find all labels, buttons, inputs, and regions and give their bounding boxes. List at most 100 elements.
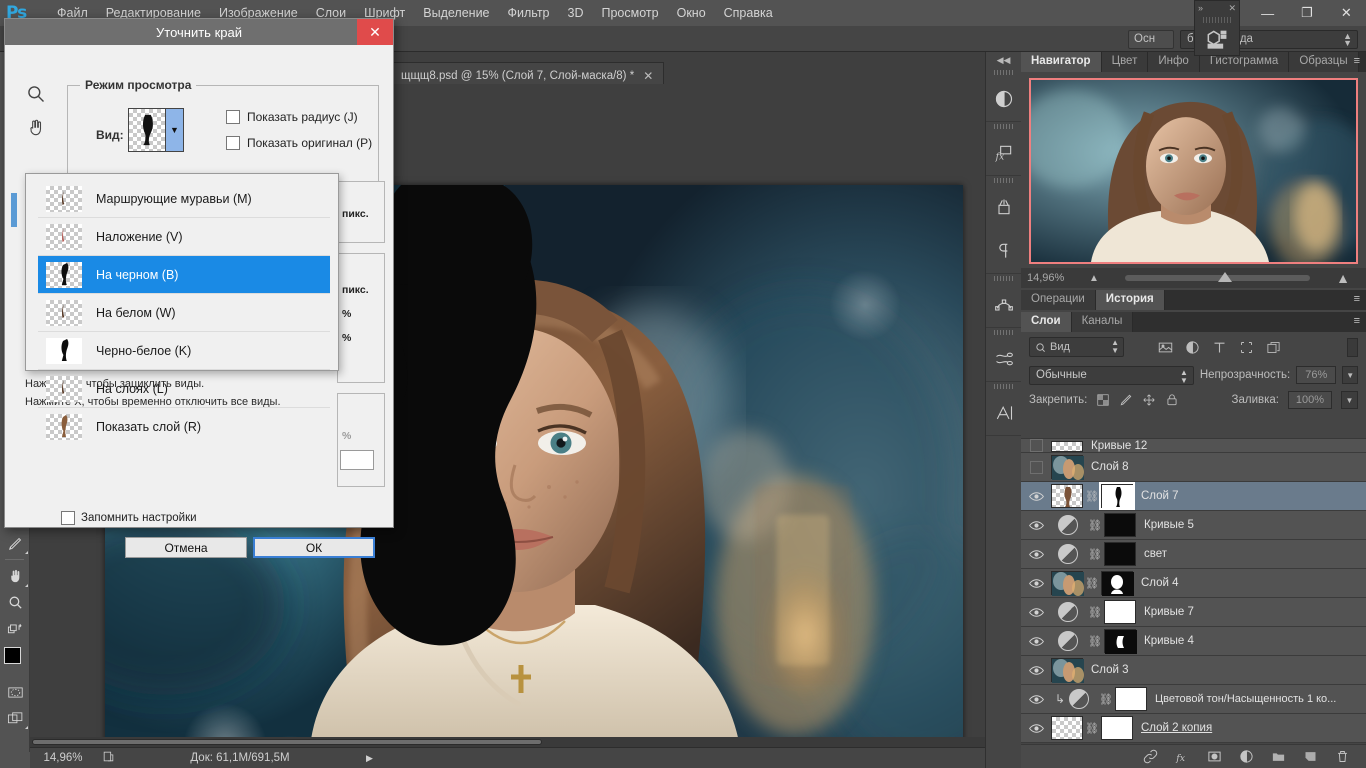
layer-mask-thumbnail[interactable] bbox=[1101, 571, 1133, 595]
layer-visibility-toggle[interactable] bbox=[1021, 694, 1051, 705]
layer-visibility-toggle[interactable] bbox=[1021, 549, 1051, 560]
add-mask-icon[interactable] bbox=[1207, 749, 1222, 764]
clone-source-panel-icon[interactable] bbox=[986, 337, 1022, 381]
dock-grip[interactable] bbox=[994, 384, 1013, 389]
hand-tool[interactable] bbox=[0, 563, 30, 589]
lock-position-icon[interactable] bbox=[1142, 393, 1156, 407]
layer-mask-link-icon[interactable]: ⛓ bbox=[1086, 635, 1104, 648]
layer-mask-thumbnail[interactable] bbox=[1101, 716, 1133, 740]
layer-visibility-toggle[interactable] bbox=[1021, 491, 1051, 502]
menu-filter[interactable]: Фильтр bbox=[499, 2, 559, 24]
layer-visibility-toggle[interactable] bbox=[1021, 607, 1051, 618]
navigator-zoom-slider[interactable] bbox=[1125, 275, 1310, 281]
dialog-title-bar[interactable]: Уточнить край ✕ bbox=[5, 19, 393, 45]
layer-visibility-toggle[interactable] bbox=[1021, 439, 1051, 452]
layer-name[interactable]: Слой 4 bbox=[1141, 577, 1179, 589]
table-row[interactable]: ⛓ Слой 2 копия bbox=[1021, 714, 1366, 743]
table-row[interactable]: Слой 3 bbox=[1021, 656, 1366, 685]
table-row[interactable]: ⛓ Слой 4 bbox=[1021, 569, 1366, 598]
dropdown-item-on-layers[interactable]: На слоях (L) bbox=[38, 370, 330, 408]
lock-image-icon[interactable] bbox=[1119, 393, 1133, 407]
layer-name[interactable]: свет bbox=[1144, 548, 1167, 560]
mini-3d-close-icon[interactable]: ✕ bbox=[1228, 3, 1236, 14]
layer-thumbnail[interactable] bbox=[1051, 716, 1083, 740]
dock-grip[interactable] bbox=[994, 178, 1013, 183]
mini-3d-grip[interactable] bbox=[1203, 17, 1231, 23]
tab-color[interactable]: Цвет bbox=[1102, 52, 1149, 72]
brush-tool[interactable] bbox=[0, 530, 30, 556]
layer-name[interactable]: Слой 2 копия bbox=[1141, 722, 1212, 734]
layer-visibility-toggle[interactable] bbox=[1021, 461, 1051, 474]
collapse-dock-icon[interactable]: ◀◀ bbox=[986, 52, 1021, 68]
layer-name[interactable]: Слой 3 bbox=[1091, 664, 1129, 676]
delete-layer-icon[interactable] bbox=[1335, 749, 1350, 764]
show-radius-checkbox-row[interactable]: Показать радиус (J) bbox=[226, 110, 358, 124]
dropdown-item-reveal-layer[interactable]: Показать слой (R) bbox=[38, 408, 330, 446]
adjustment-layer-thumbnail[interactable] bbox=[1058, 631, 1078, 651]
tab-swatches[interactable]: Образцы bbox=[1289, 52, 1358, 72]
dock-grip[interactable] bbox=[994, 330, 1013, 335]
table-row[interactable]: ↳ ⛓ Цветовой тон/Насыщенность 1 ко... bbox=[1021, 685, 1366, 714]
navigator-panel-menu-icon[interactable]: ≡ bbox=[1354, 55, 1360, 67]
dock-grip[interactable] bbox=[994, 70, 1013, 75]
zoom-out-icon[interactable]: ▲ bbox=[1089, 273, 1099, 284]
page-setup-icon[interactable] bbox=[96, 750, 120, 766]
default-colors-and-swap[interactable] bbox=[0, 615, 30, 641]
layer-mask-link-icon[interactable]: ⛓ bbox=[1086, 606, 1104, 619]
adjustment-layer-icon[interactable] bbox=[1239, 749, 1254, 764]
toggle-layer-filtering[interactable] bbox=[1347, 338, 1358, 357]
view-mode-dropdown-arrow[interactable]: ▼ bbox=[166, 108, 184, 152]
view-mode-preview-swatch[interactable] bbox=[128, 108, 166, 152]
show-original-checkbox[interactable] bbox=[226, 136, 240, 150]
adjustment-layer-thumbnail[interactable] bbox=[1058, 515, 1078, 535]
layer-visibility-toggle[interactable] bbox=[1021, 578, 1051, 589]
layer-mask-thumbnail[interactable] bbox=[1101, 484, 1133, 508]
layer-list[interactable]: Кривые 12 Слой 8 ⛓ bbox=[1021, 438, 1366, 768]
layer-thumbnail[interactable] bbox=[1051, 571, 1083, 595]
layer-mask-thumbnail[interactable] bbox=[1115, 687, 1147, 711]
layer-mask-thumbnail[interactable] bbox=[1104, 600, 1136, 624]
adjustment-layer-thumbnail[interactable] bbox=[1058, 544, 1078, 564]
foreground-color-swatch[interactable] bbox=[4, 647, 21, 664]
restore-button[interactable]: ❐ bbox=[1287, 0, 1326, 26]
scrollbar-thumb[interactable] bbox=[32, 739, 542, 745]
status-zoom-level[interactable]: 14,96% bbox=[30, 752, 96, 764]
screen-mode-toggle[interactable] bbox=[0, 705, 30, 731]
layer-style-fx-icon[interactable]: fx bbox=[1175, 749, 1190, 764]
tab-actions[interactable]: Операции bbox=[1021, 290, 1096, 310]
tab-navigator[interactable]: Навигатор bbox=[1021, 52, 1102, 72]
remember-settings-checkbox[interactable] bbox=[61, 511, 75, 525]
dialog-close-button[interactable]: ✕ bbox=[357, 19, 393, 45]
dialog-zoom-tool[interactable] bbox=[19, 77, 53, 111]
lock-all-icon[interactable] bbox=[1165, 393, 1179, 407]
ok-button[interactable]: ОК bbox=[253, 537, 375, 558]
layer-mask-link-icon[interactable]: ⛓ bbox=[1086, 519, 1104, 532]
tab-layers[interactable]: Слои bbox=[1021, 312, 1072, 332]
dock-grip[interactable] bbox=[994, 276, 1013, 281]
table-row[interactable]: Кривые 12 bbox=[1021, 439, 1366, 453]
type-filter-icon[interactable] bbox=[1212, 340, 1227, 355]
menu-3d[interactable]: 3D bbox=[559, 2, 593, 24]
show-original-checkbox-row[interactable]: Показать оригинал (P) bbox=[226, 136, 372, 150]
styles-fx-panel-icon[interactable]: fx bbox=[986, 131, 1022, 175]
table-row[interactable]: ⛓ свет bbox=[1021, 540, 1366, 569]
layer-name[interactable]: Слой 7 bbox=[1141, 490, 1179, 502]
document-tab-close-icon[interactable]: ✕ bbox=[643, 69, 653, 83]
refine-edge-dialog[interactable]: Уточнить край ✕ Режим просмотра Вид: ▼ bbox=[4, 18, 394, 528]
layer-thumbnail[interactable] bbox=[1051, 441, 1083, 452]
blend-mode-select[interactable]: Обычные ▲▼ bbox=[1029, 366, 1194, 385]
cancel-button[interactable]: Отмена bbox=[125, 537, 247, 558]
dropdown-item-on-white[interactable]: На белом (W) bbox=[38, 294, 330, 332]
fill-dropdown-icon[interactable]: ▼ bbox=[1341, 391, 1358, 409]
menu-window[interactable]: Окно bbox=[668, 2, 715, 24]
dropdown-item-marching-ants[interactable]: Маршрующие муравьи (M) bbox=[38, 180, 330, 218]
new-group-icon[interactable] bbox=[1271, 749, 1286, 764]
layer-mask-thumbnail[interactable] bbox=[1104, 629, 1136, 653]
tab-history[interactable]: История bbox=[1096, 290, 1165, 310]
menu-help[interactable]: Справка bbox=[715, 2, 782, 24]
layer-name[interactable]: Кривые 4 bbox=[1144, 635, 1194, 647]
zoom-in-icon[interactable]: ▲ bbox=[1336, 270, 1350, 286]
dropdown-item-black-and-white[interactable]: Черно-белое (K) bbox=[38, 332, 330, 370]
paths-panel-icon[interactable] bbox=[986, 283, 1022, 327]
layer-mask-link-icon[interactable]: ⛓ bbox=[1083, 490, 1101, 503]
